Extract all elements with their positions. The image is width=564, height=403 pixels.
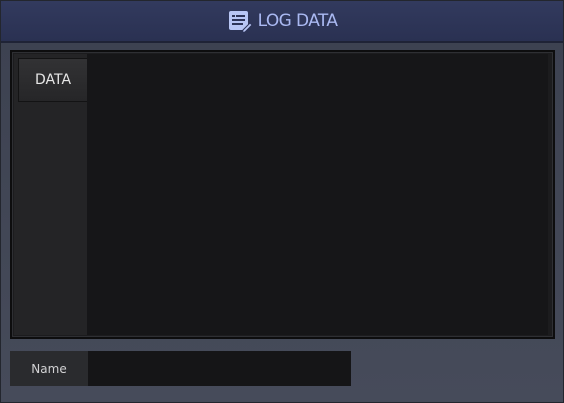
log-content-area[interactable]: [87, 54, 548, 335]
tab-column: DATA: [14, 54, 87, 335]
name-input[interactable]: [88, 351, 351, 386]
log-panel: DATA: [10, 50, 555, 339]
log-document-icon: [227, 8, 253, 34]
window-title: LOG DATA: [257, 11, 338, 31]
name-field-row: Name: [10, 351, 351, 386]
title-bar: LOG DATA: [1, 1, 563, 43]
name-label: Name: [10, 351, 88, 386]
tab-data[interactable]: DATA: [18, 58, 87, 102]
log-data-window: LOG DATA DATA Name: [0, 0, 564, 403]
